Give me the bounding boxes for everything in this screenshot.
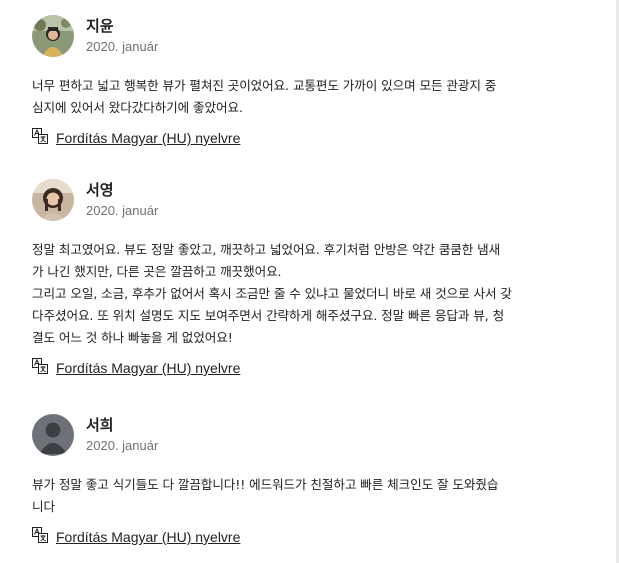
- review-date: 2020. január: [86, 39, 159, 54]
- reviewer-meta: 서희 2020. január: [86, 415, 158, 455]
- translate-button[interactable]: Fordítás Magyar (HU) nyelvre: [32, 358, 592, 378]
- review-text: 너무 편하고 넓고 행복한 뷰가 펼쳐진 곳이었어요. 교통편도 가까이 있으며…: [32, 78, 497, 115]
- translate-link-label[interactable]: Fordítás Magyar (HU) nyelvre: [56, 360, 240, 376]
- review-header: 서희 2020. január: [32, 414, 592, 456]
- review-date: 2020. január: [86, 203, 159, 218]
- translate-link-label[interactable]: Fordítás Magyar (HU) nyelvre: [56, 130, 240, 146]
- review-text: 정말 최고였어요. 뷰도 정말 좋았고, 깨끗하고 넓었어요. 후기처럼 안방은…: [32, 242, 512, 345]
- reviewer-name[interactable]: 지윤: [86, 16, 158, 36]
- reviewer-meta: 서영 2020. január: [86, 180, 158, 220]
- translate-button[interactable]: Fordítás Magyar (HU) nyelvre: [32, 527, 592, 547]
- reviewer-avatar[interactable]: [32, 414, 74, 456]
- translate-button[interactable]: Fordítás Magyar (HU) nyelvre: [32, 128, 592, 148]
- review-header: 서영 2020. január: [32, 179, 592, 221]
- review-date: 2020. január: [86, 438, 159, 453]
- review-header: 지윤 2020. január: [32, 15, 592, 57]
- reviewer-avatar[interactable]: [32, 179, 74, 221]
- review-text: 뷰가 정말 좋고 식기들도 다 깔끔합니다!! 에드워드가 친절하고 빠른 체크…: [32, 477, 499, 514]
- reviewer-name[interactable]: 서희: [86, 415, 158, 435]
- review-item: 서영 2020. január 정말 최고였어요. 뷰도 정말 좋았고, 깨끗하…: [32, 179, 592, 378]
- reviewer-meta: 지윤 2020. január: [86, 16, 158, 56]
- reviewer-name[interactable]: 서영: [86, 180, 158, 200]
- translate-icon: [32, 128, 56, 148]
- translate-link-label[interactable]: Fordítás Magyar (HU) nyelvre: [56, 529, 240, 545]
- review-item: 지윤 2020. január 너무 편하고 넓고 행복한 뷰가 펼쳐진 곳이었…: [32, 15, 592, 148]
- review-item: 서희 2020. január 뷰가 정말 좋고 식기들도 다 깔끔합니다!! …: [32, 414, 592, 547]
- translate-icon: [32, 527, 56, 547]
- translate-icon: [32, 358, 56, 378]
- reviewer-avatar[interactable]: [32, 15, 74, 57]
